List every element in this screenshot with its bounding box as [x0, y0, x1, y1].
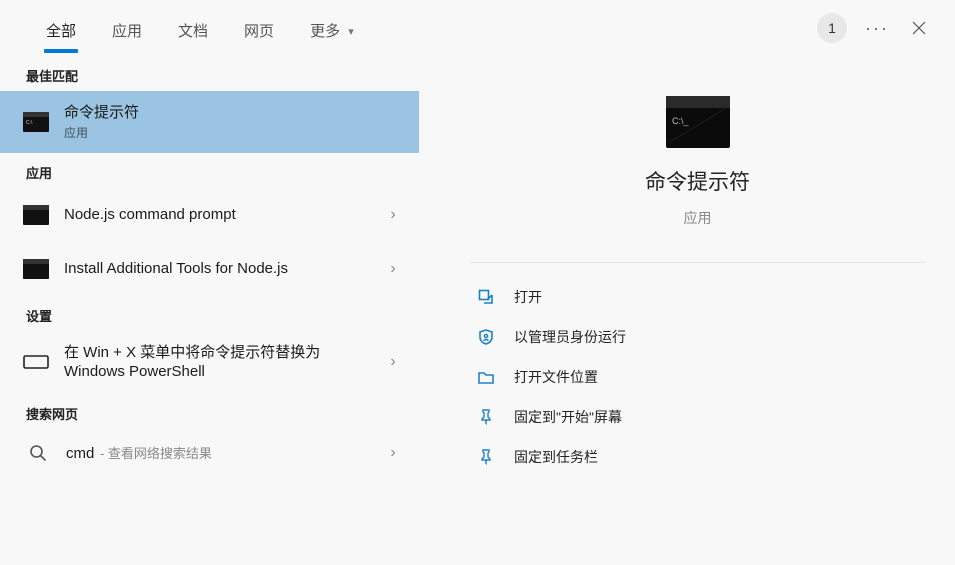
tab-web[interactable]: 网页: [228, 4, 290, 52]
action-label: 固定到"开始"屏幕: [514, 407, 622, 427]
best-match-item[interactable]: C:\ 命令提示符 应用: [0, 91, 419, 153]
divider: [470, 262, 925, 263]
action-open[interactable]: 打开: [470, 277, 925, 317]
app-result-title: Node.js command prompt: [64, 205, 236, 225]
preview-pane: C:\_ 命令提示符 应用 打开 以管理员身份运行: [420, 56, 955, 565]
profile-badge[interactable]: 1: [817, 13, 847, 43]
best-match-list: C:\ 命令提示符 应用: [0, 91, 419, 153]
search-icon: [24, 441, 52, 465]
content: 最佳匹配 C:\ 命令提示符 应用 应用: [0, 56, 955, 565]
preview-title: 命令提示符: [645, 166, 750, 196]
close-icon: [911, 20, 927, 36]
best-match-title: 命令提示符: [64, 103, 405, 123]
shield-icon: [476, 327, 496, 347]
chevron-right-icon: ›: [381, 206, 405, 224]
action-label: 固定到任务栏: [514, 447, 598, 467]
search-window: 全部 应用 文档 网页 更多 ▾ 1 ··· 最佳匹配 C:\: [0, 0, 955, 565]
action-pin-start[interactable]: 固定到"开始"屏幕: [470, 397, 925, 437]
title-controls: 1 ···: [817, 13, 945, 43]
app-result-text: Node.js command prompt: [64, 201, 367, 229]
chevron-down-icon: ▾: [348, 4, 354, 60]
results-pane: 最佳匹配 C:\ 命令提示符 应用 应用: [0, 56, 420, 565]
section-best-match: 最佳匹配: [0, 56, 419, 91]
cmd-icon-large: C:\_: [666, 96, 730, 148]
close-button[interactable]: [907, 16, 931, 40]
action-pin-taskbar[interactable]: 固定到任务栏: [470, 437, 925, 477]
web-result-text: cmd - 查看网络搜索结果: [66, 439, 367, 466]
app-result-text: Install Additional Tools for Node.js: [64, 255, 367, 283]
settings-rect-icon: [22, 350, 50, 374]
tab-docs[interactable]: 文档: [162, 4, 224, 52]
tab-all[interactable]: 全部: [30, 4, 92, 52]
web-query: cmd: [66, 445, 94, 462]
chevron-right-icon: ›: [381, 353, 405, 371]
settings-result-text: 在 Win + X 菜单中将命令提示符替换为 Windows PowerShel…: [64, 339, 367, 386]
cmd-icon: [22, 203, 50, 227]
section-settings: 设置: [0, 296, 419, 331]
app-result-node-cmd[interactable]: Node.js command prompt ›: [0, 188, 419, 242]
settings-result-winx[interactable]: 在 Win + X 菜单中将命令提示符替换为 Windows PowerShel…: [0, 331, 419, 394]
preview-subtitle: 应用: [684, 208, 712, 228]
action-label: 打开文件位置: [514, 367, 598, 387]
chevron-right-icon: ›: [381, 260, 405, 278]
tab-more[interactable]: 更多 ▾: [294, 4, 370, 52]
cmd-icon: [22, 257, 50, 281]
app-result-node-tools[interactable]: Install Additional Tools for Node.js ›: [0, 242, 419, 296]
section-apps: 应用: [0, 153, 419, 188]
pin-icon: [476, 407, 496, 427]
best-match-subtitle: 应用: [64, 124, 405, 141]
action-label: 以管理员身份运行: [514, 327, 626, 347]
web-result-item[interactable]: cmd - 查看网络搜索结果 ›: [0, 429, 419, 477]
tab-more-label: 更多: [310, 23, 340, 40]
chevron-right-icon: ›: [381, 444, 405, 462]
tab-apps[interactable]: 应用: [96, 4, 158, 52]
svg-text:C:\: C:\: [26, 120, 33, 126]
action-run-admin[interactable]: 以管理员身份运行: [470, 317, 925, 357]
action-open-location[interactable]: 打开文件位置: [470, 357, 925, 397]
more-options-icon[interactable]: ···: [865, 18, 889, 39]
action-label: 打开: [514, 287, 542, 307]
action-list: 打开 以管理员身份运行 打开文件位置: [470, 277, 925, 477]
section-search-web: 搜索网页: [0, 394, 419, 429]
tabs-row: 全部 应用 文档 网页 更多 ▾ 1 ···: [0, 0, 955, 56]
folder-icon: [476, 367, 496, 387]
apps-list: Node.js command prompt › Install Additio…: [0, 188, 419, 296]
cmd-icon: C:\: [22, 110, 50, 134]
settings-result-title: 在 Win + X 菜单中将命令提示符替换为 Windows PowerShel…: [64, 343, 367, 382]
web-hint: - 查看网络搜索结果: [96, 446, 212, 461]
preview-head: C:\_ 命令提示符 应用: [470, 96, 925, 256]
open-icon: [476, 287, 496, 307]
pin-icon: [476, 447, 496, 467]
svg-text:C:\_: C:\_: [672, 116, 690, 126]
best-match-text: 命令提示符 应用: [64, 99, 405, 145]
settings-list: 在 Win + X 菜单中将命令提示符替换为 Windows PowerShel…: [0, 331, 419, 394]
app-result-title: Install Additional Tools for Node.js: [64, 259, 367, 279]
